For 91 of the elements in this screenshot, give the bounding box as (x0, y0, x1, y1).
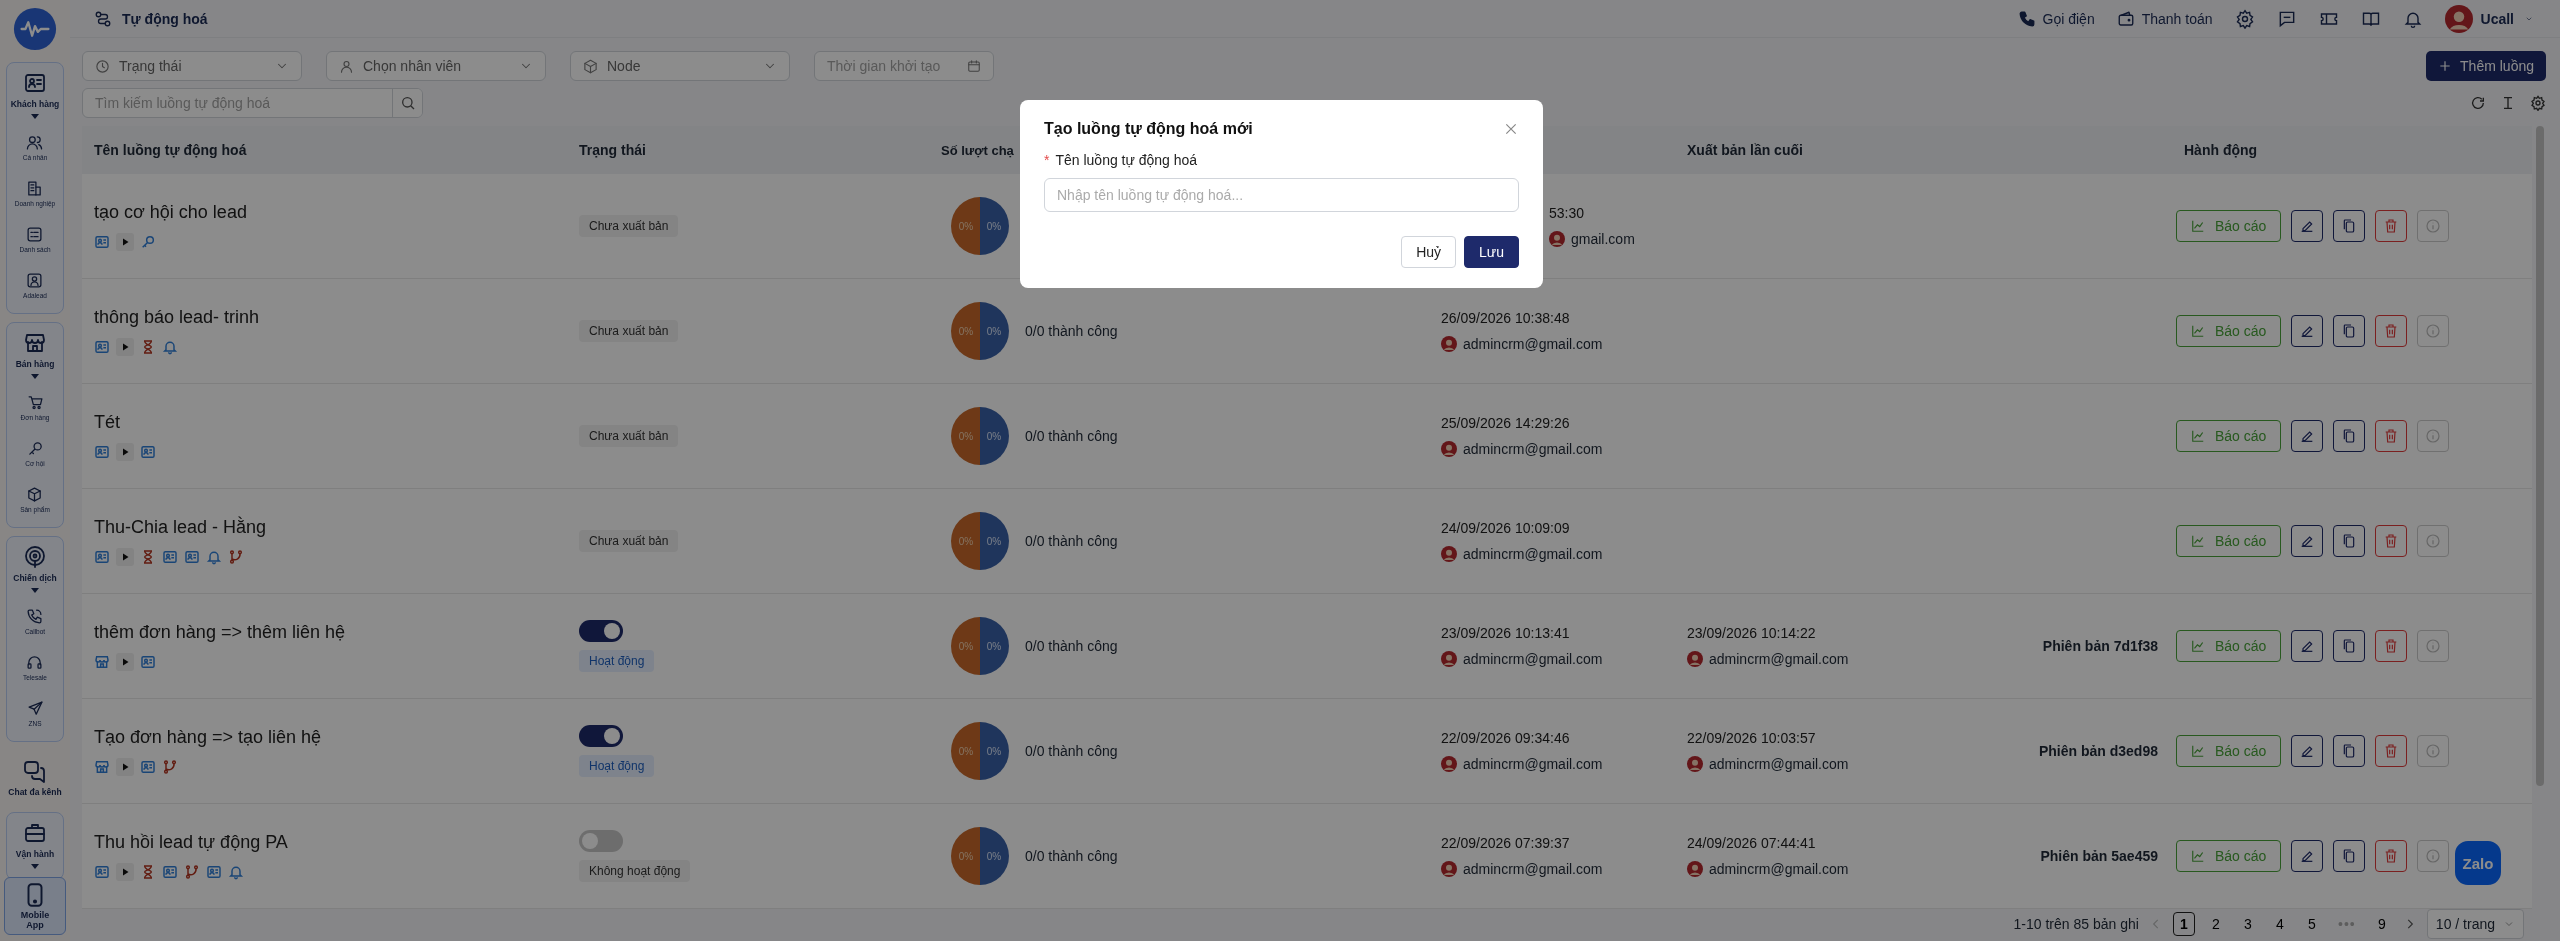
date-time: 26/09/2026 10:38:48 (1441, 310, 1571, 326)
date-time: 25/09/2026 14:29:26 (1441, 415, 1571, 431)
filter-select[interactable]: Chọn nhân viên (326, 51, 546, 81)
report-button[interactable]: Báo cáo (2176, 525, 2282, 557)
sidebar-group-label[interactable]: Chiến dịch (13, 573, 57, 583)
user-email: admincrm@gmail.com (1709, 861, 1849, 877)
record-count: 1-10 trên 85 bản ghi (2013, 916, 2139, 932)
run-count: 0/0 thành công (1025, 428, 1118, 444)
pie-chart-drawing: 0% 0% (951, 302, 1009, 360)
flow-name[interactable]: Thu hồi lead tự động PA (94, 831, 567, 853)
date-time: 24/09/2026 10:09:09 (1441, 520, 1571, 536)
zalo-chat-button[interactable]: Zalo (2452, 838, 2504, 888)
user-email: admincrm@gmail.com (1463, 336, 1603, 352)
page-button[interactable]: 3 (2236, 912, 2259, 936)
pie-chart-drawing: 0% 0% (951, 722, 1009, 780)
report-button[interactable]: Báo cáo (2176, 210, 2282, 242)
status-tag: Chưa xuất bản (579, 320, 679, 342)
report-button[interactable]: Báo cáo (2176, 315, 2282, 347)
flow-name[interactable]: thông báo lead- trinh (94, 306, 567, 328)
status-tag: Chưa xuất bản (579, 215, 679, 237)
column-header: Tên luồng tự động hoá (93, 142, 247, 158)
report-button[interactable]: Báo cáo (2176, 735, 2282, 767)
add-flow-button[interactable]: Thêm luồng (2426, 51, 2546, 81)
column-header: Trạng thái (578, 142, 646, 158)
user-email: admincrm@gmail.com (1709, 651, 1849, 667)
column-header: Hành động (2183, 142, 2258, 158)
sidebar-item[interactable]: Chat đa kênh (8, 787, 62, 797)
sidebar-group-label[interactable]: Bán hàng (15, 359, 55, 369)
user-name[interactable]: Ucall (2480, 10, 2514, 27)
run-count: 0/0 thành công (1025, 323, 1118, 339)
filter-select[interactable]: Node (570, 51, 790, 81)
status-tag: Chưa xuất bản (579, 530, 679, 552)
version-label: Phiên bản d3ed98 (2038, 743, 2158, 759)
run-count: 0/0 thành công (1025, 743, 1118, 759)
sidebar-group-label[interactable]: Khách hàng (10, 99, 60, 109)
user-email: admincrm@gmail.com (1463, 441, 1603, 457)
date-time: 23/09/2026 10:14:22 (1687, 625, 1817, 641)
pie-chart-drawing: 0% 0% (951, 512, 1009, 570)
status-tag: Không hoạt động (579, 860, 691, 882)
sidebar-group-label[interactable]: Vận hành (15, 849, 55, 859)
flow-name[interactable]: thêm đơn hàng => thêm liên hệ (94, 621, 567, 643)
user-email: admincrm@gmail.com (1463, 756, 1603, 772)
date-time: 22/09/2026 07:39:37 (1441, 835, 1571, 851)
pie-chart-drawing: 0% 0% (951, 407, 1009, 465)
page-button[interactable]: 4 (2268, 912, 2291, 936)
column-header: Xuất bản lần cuối (1686, 142, 1803, 158)
report-button[interactable]: Báo cáo (2176, 840, 2282, 872)
version-label: Phiên bản 5ae459 (2040, 848, 2158, 864)
report-button[interactable]: Báo cáo (2176, 630, 2282, 662)
status-tag: Hoạt động (579, 755, 655, 777)
page-button[interactable]: 9 (2370, 912, 2393, 936)
run-count: 0/0 thành công (1025, 533, 1118, 549)
date-time: 22/09/2026 09:34:46 (1441, 730, 1571, 746)
pie-chart-drawing: 0% 0% (951, 827, 1009, 885)
date-time: 23/09/2026 10:13:41 (1441, 625, 1571, 641)
page-title: Tự động hoá (122, 10, 208, 27)
date-time: 22/09/2026 10:03:57 (1687, 730, 1817, 746)
date-time: 53:30 (1549, 205, 1586, 221)
header-link[interactable]: Gọi điện (2042, 10, 2095, 27)
status-tag: Chưa xuất bản (579, 425, 679, 447)
flow-name[interactable]: Tạo đơn hàng => tạo liên hệ (94, 726, 567, 748)
flow-name[interactable]: Tét (94, 411, 567, 433)
page-button[interactable]: 1 (2172, 912, 2195, 936)
mobile-app-button[interactable]: Mobile App (4, 877, 66, 935)
status-tag: Hoạt động (579, 650, 655, 672)
column-header: Số lượt chạ (940, 142, 1014, 158)
filter-select[interactable]: Trạng thái (82, 51, 302, 81)
user-email: admincrm@gmail.com (1463, 546, 1603, 562)
user-email: gmail.com (1571, 231, 1635, 247)
flow-name[interactable]: Thu-Chia lead - Hằng (94, 516, 567, 538)
page-button[interactable]: 2 (2204, 912, 2227, 936)
cancel-button[interactable]: Huỷ (1401, 236, 1457, 268)
name-field[interactable]: Nhập tên luồng tự động hoá... (1044, 178, 1519, 212)
page-size-select[interactable]: 10 / trang (2426, 909, 2524, 939)
field-label: Tên luồng tự động hoá (1055, 152, 1198, 168)
date-time: 24/09/2026 07:44:41 (1687, 835, 1817, 851)
required-mark: * (1044, 152, 1050, 168)
pie-chart-drawing: 0% 0% (951, 617, 1009, 675)
flow-name[interactable]: tạo cơ hội cho lead (94, 201, 567, 223)
dialog-title: Tạo luồng tự động hoá mới (1044, 120, 1253, 138)
save-button[interactable]: Lưu (1464, 236, 1519, 268)
pie-chart-drawing: 0% 0% (951, 197, 1009, 255)
header-link[interactable]: Thanh toán (2141, 10, 2213, 27)
run-count: 0/0 thành công (1025, 638, 1118, 654)
user-email: admincrm@gmail.com (1463, 861, 1603, 877)
version-label: Phiên bản 7d1f38 (2042, 638, 2158, 654)
user-email: admincrm@gmail.com (1709, 756, 1849, 772)
page-button[interactable]: 5 (2300, 912, 2323, 936)
run-count: 0/0 thành công (1025, 848, 1118, 864)
report-button[interactable]: Báo cáo (2176, 420, 2282, 452)
user-email: admincrm@gmail.com (1463, 651, 1603, 667)
